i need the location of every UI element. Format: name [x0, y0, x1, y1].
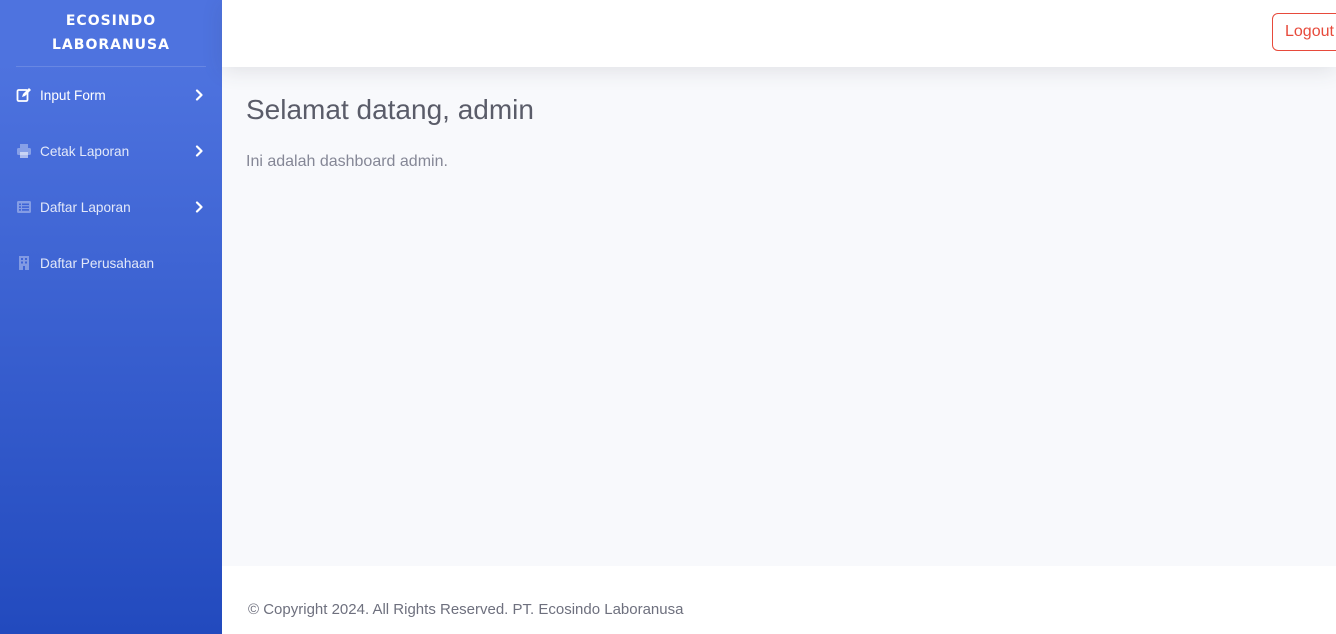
- page-title: Selamat datang, admin: [246, 94, 534, 125]
- sidebar-item-daftar-laporan[interactable]: Daftar Laporan: [0, 179, 222, 235]
- footer-copyright: © Copyright 2024. All Rights Reserved. P…: [248, 601, 684, 618]
- sidebar-item-label: Daftar Perusahaan: [40, 255, 155, 271]
- chevron-right-icon: [195, 201, 203, 213]
- topbar: Logout: [222, 0, 1336, 67]
- logout-button[interactable]: Logout: [1272, 13, 1336, 51]
- building-icon: [16, 255, 32, 271]
- sidebar-item-label: Daftar Laporan: [40, 199, 131, 215]
- brand-name: ECOSINDO LABORANUSA: [52, 13, 170, 53]
- sidebar-item-cetak-laporan[interactable]: Cetak Laporan: [0, 123, 222, 179]
- footer: © Copyright 2024. All Rights Reserved. P…: [222, 566, 1336, 634]
- chevron-right-icon: [195, 145, 203, 157]
- edit-icon: [16, 87, 32, 103]
- sidebar: ECOSINDO LABORANUSA Input Form Cetak Lap…: [0, 0, 222, 634]
- sidebar-item-label: Cetak Laporan: [40, 143, 130, 159]
- sidebar-nav: Input Form Cetak Laporan Daftar Laporan …: [0, 67, 222, 291]
- list-icon: [16, 199, 32, 215]
- sidebar-item-daftar-perusahaan[interactable]: Daftar Perusahaan: [0, 235, 222, 291]
- sidebar-brand[interactable]: ECOSINDO LABORANUSA: [16, 0, 206, 67]
- page-description: Ini adalah dashboard admin.: [246, 153, 448, 170]
- chevron-right-icon: [195, 89, 203, 101]
- sidebar-item-label: Input Form: [40, 87, 106, 103]
- sidebar-item-input-form[interactable]: Input Form: [0, 67, 222, 123]
- main-content: Selamat datang, admin Ini adalah dashboa…: [222, 67, 1336, 566]
- app-root: ECOSINDO LABORANUSA Input Form Cetak Lap…: [0, 0, 1336, 634]
- print-icon: [16, 143, 32, 159]
